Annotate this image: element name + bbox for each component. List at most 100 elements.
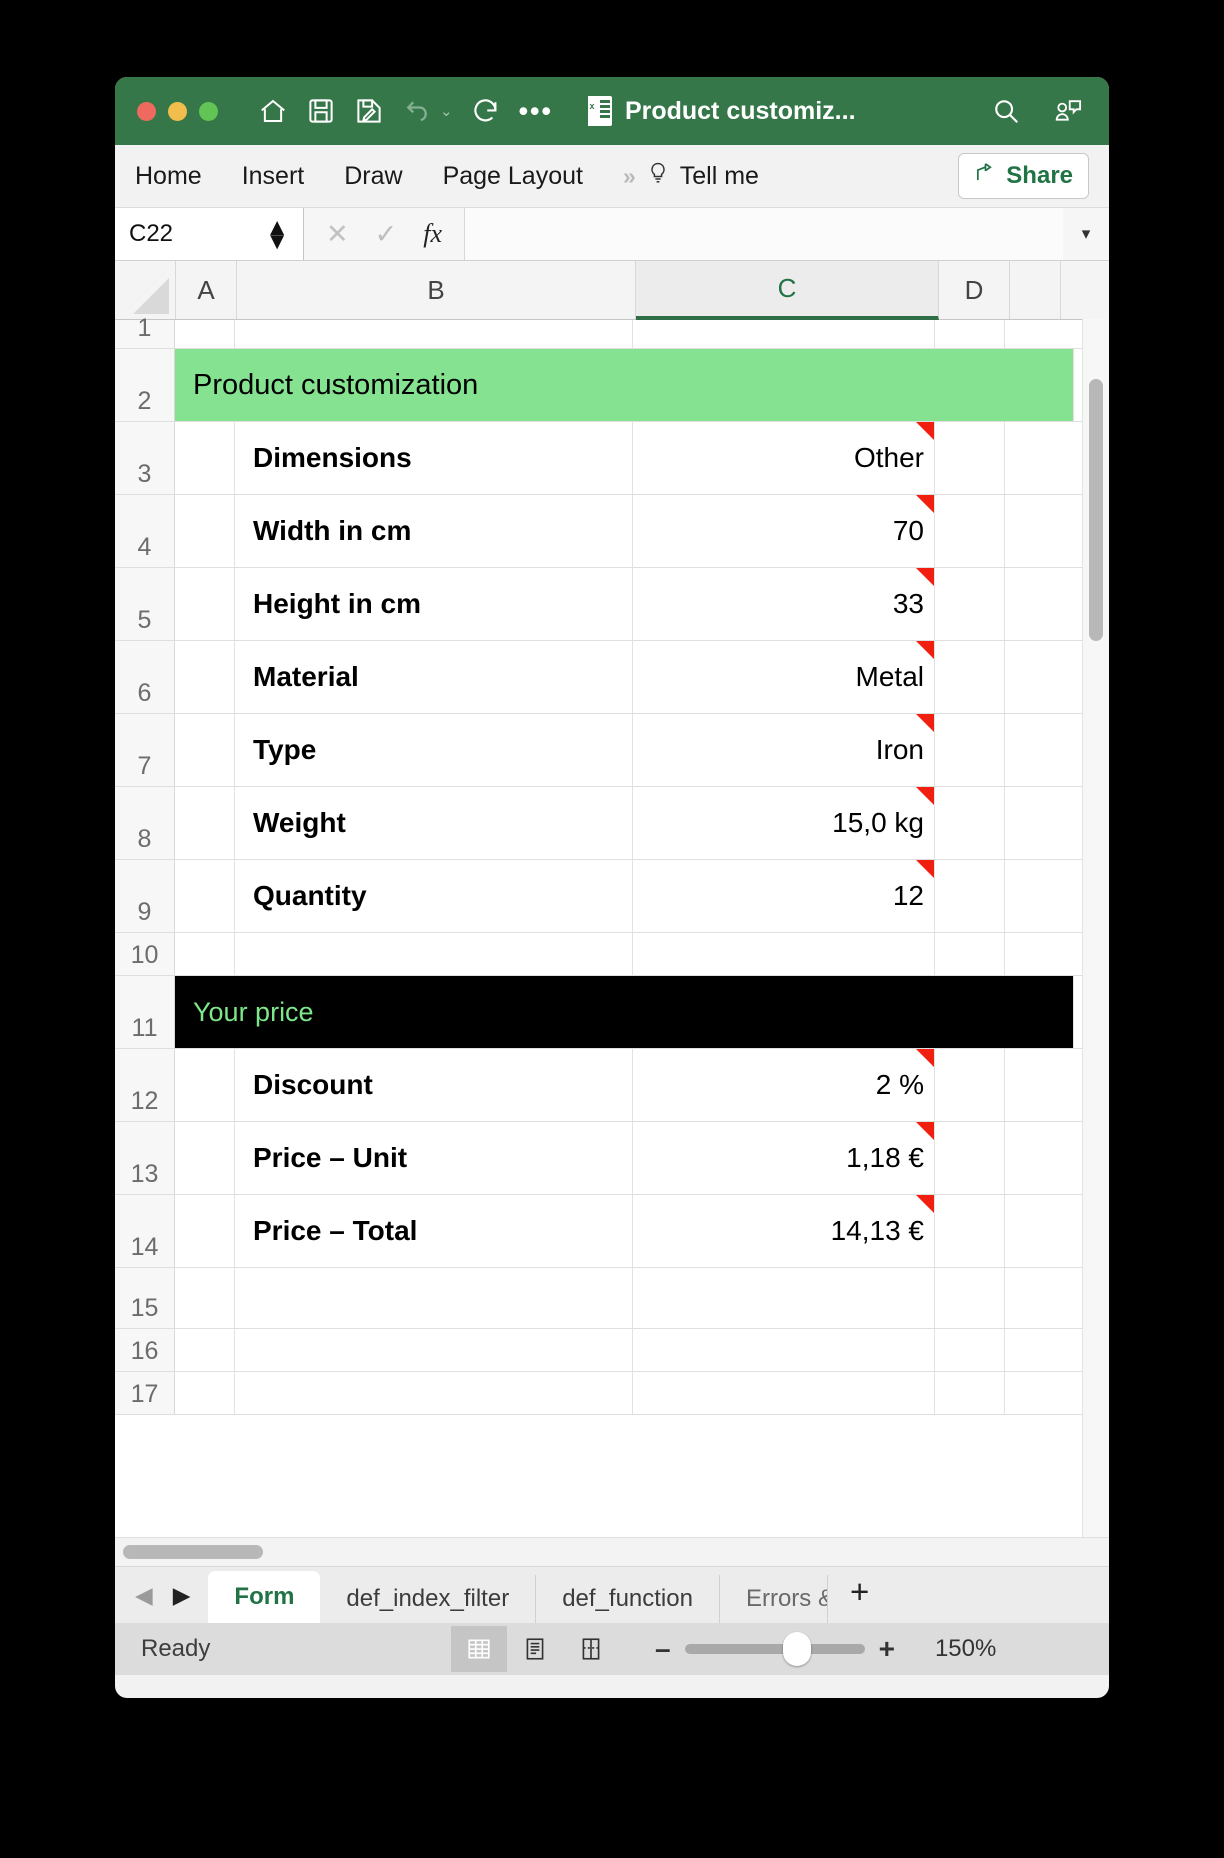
cell-b[interactable]: Price – Unit — [235, 1122, 633, 1194]
horizontal-scrollbar-track[interactable] — [115, 1537, 1109, 1566]
cell-b[interactable]: Type — [235, 714, 633, 786]
window-controls[interactable] — [137, 101, 218, 121]
table-row[interactable]: 13 Price – Unit 1,18 € — [115, 1122, 1109, 1195]
table-row[interactable]: 3 Dimensions Other — [115, 422, 1109, 495]
row-header[interactable]: 9 — [115, 860, 175, 932]
table-row[interactable]: 11 Your price — [115, 976, 1109, 1049]
name-box-stepper[interactable]: ▲ ▼ — [265, 215, 289, 253]
more-commands-icon[interactable]: ••• — [519, 98, 553, 125]
cell-c[interactable] — [633, 933, 935, 975]
table-row[interactable]: 17 — [115, 1372, 1109, 1415]
zoom-control[interactable]: – + 150% — [655, 1632, 996, 1666]
cell-e[interactable] — [1005, 1329, 1055, 1371]
row-header[interactable]: 12 — [115, 1049, 175, 1121]
cell-c[interactable]: 15,0 kg — [633, 787, 935, 859]
page-layout-view-icon[interactable] — [507, 1626, 563, 1672]
cell-c[interactable]: 33 — [633, 568, 935, 640]
cell-c[interactable]: Metal — [633, 641, 935, 713]
home-icon[interactable] — [258, 96, 288, 126]
cell-c[interactable] — [633, 1268, 935, 1328]
table-row[interactable]: 8 Weight 15,0 kg — [115, 787, 1109, 860]
view-buttons[interactable] — [451, 1626, 619, 1672]
cell-d[interactable] — [935, 714, 1005, 786]
cell-c[interactable]: 12 — [633, 860, 935, 932]
column-header-b[interactable]: B — [237, 261, 636, 319]
cell-b[interactable]: Dimensions — [235, 422, 633, 494]
cell-a[interactable] — [175, 495, 235, 567]
table-row[interactable]: 2 Product customization — [115, 349, 1109, 422]
tab-page-layout[interactable]: Page Layout — [443, 162, 583, 191]
cell-b[interactable] — [235, 320, 633, 348]
table-row[interactable]: 14 Price – Total 14,13 € — [115, 1195, 1109, 1268]
cell-c[interactable]: 1,18 € — [633, 1122, 935, 1194]
cell-d[interactable] — [935, 1268, 1005, 1328]
cell-c[interactable]: 70 — [633, 495, 935, 567]
sheet-tab-errors[interactable]: Errors & — [720, 1575, 828, 1623]
arrow-right-icon[interactable]: ▶ — [173, 1582, 191, 1609]
cell-b[interactable]: Quantity — [235, 860, 633, 932]
maximize-window-button[interactable] — [199, 101, 218, 121]
save-as-icon[interactable] — [354, 96, 384, 126]
cell-a[interactable] — [175, 933, 235, 975]
cell-b[interactable] — [235, 1372, 633, 1414]
zoom-slider-handle[interactable] — [782, 1632, 811, 1666]
cell-c[interactable] — [633, 1372, 935, 1414]
ribbon-overflow-icon[interactable]: » — [623, 163, 636, 190]
cell-a[interactable] — [175, 787, 235, 859]
share-button[interactable]: Share — [958, 153, 1089, 199]
cell-a[interactable] — [175, 1372, 235, 1414]
cell-e[interactable] — [1005, 860, 1055, 932]
cell-c[interactable]: 14,13 € — [633, 1195, 935, 1267]
cell-b[interactable]: Discount — [235, 1049, 633, 1121]
row-header[interactable]: 16 — [115, 1329, 175, 1371]
cell-b[interactable] — [235, 1268, 633, 1328]
cell-a[interactable] — [175, 641, 235, 713]
select-all-corner[interactable] — [115, 261, 176, 319]
row-header[interactable]: 2 — [115, 349, 175, 421]
cell-d[interactable] — [935, 568, 1005, 640]
row-header[interactable]: 11 — [115, 976, 175, 1048]
cell-c[interactable] — [633, 1329, 935, 1371]
row-header[interactable]: 17 — [115, 1372, 175, 1414]
cell-e[interactable] — [1005, 787, 1055, 859]
table-row[interactable]: 10 — [115, 933, 1109, 976]
row-header[interactable]: 10 — [115, 933, 175, 975]
cell-b[interactable]: Material — [235, 641, 633, 713]
save-icon[interactable] — [306, 96, 336, 126]
minimize-window-button[interactable] — [168, 101, 187, 121]
cell-e[interactable] — [1005, 1268, 1055, 1328]
column-header-d[interactable]: D — [939, 261, 1010, 319]
cell-e[interactable] — [1005, 495, 1055, 567]
fx-icon[interactable]: fx — [423, 219, 442, 249]
cell-d[interactable] — [935, 787, 1005, 859]
table-row[interactable]: 16 — [115, 1329, 1109, 1372]
column-header-c[interactable]: C — [636, 261, 939, 320]
cell-d[interactable] — [935, 1195, 1005, 1267]
cell-e[interactable] — [1005, 1195, 1055, 1267]
sheet-nav-arrows[interactable]: ◀ ▶ — [129, 1582, 208, 1623]
sheet-tab-def-index-filter[interactable]: def_index_filter — [320, 1575, 537, 1623]
cell-e[interactable] — [1005, 422, 1055, 494]
row-header[interactable]: 14 — [115, 1195, 175, 1267]
confirm-check-icon[interactable]: ✓ — [375, 219, 398, 250]
normal-view-icon[interactable] — [451, 1626, 507, 1672]
column-header-e[interactable] — [1010, 261, 1061, 319]
cell-d[interactable] — [935, 1122, 1005, 1194]
arrow-left-icon[interactable]: ◀ — [135, 1582, 153, 1609]
cell-a[interactable] — [175, 568, 235, 640]
formula-input[interactable] — [465, 208, 1063, 260]
vertical-scrollbar-thumb[interactable] — [1089, 379, 1103, 641]
cell-d[interactable] — [935, 1372, 1005, 1414]
cell-a[interactable] — [175, 422, 235, 494]
cell-d[interactable] — [935, 860, 1005, 932]
cell-e[interactable] — [1005, 1372, 1055, 1414]
row-header[interactable]: 4 — [115, 495, 175, 567]
zoom-in-button[interactable]: + — [879, 1635, 895, 1663]
table-row[interactable]: 4 Width in cm 70 — [115, 495, 1109, 568]
table-row[interactable]: 5 Height in cm 33 — [115, 568, 1109, 641]
cell-a[interactable] — [175, 1329, 235, 1371]
cell-e[interactable] — [1005, 1122, 1055, 1194]
cell-d[interactable] — [935, 1049, 1005, 1121]
cell-b[interactable]: Height in cm — [235, 568, 633, 640]
sheet-tab-def-function[interactable]: def_function — [536, 1575, 720, 1623]
